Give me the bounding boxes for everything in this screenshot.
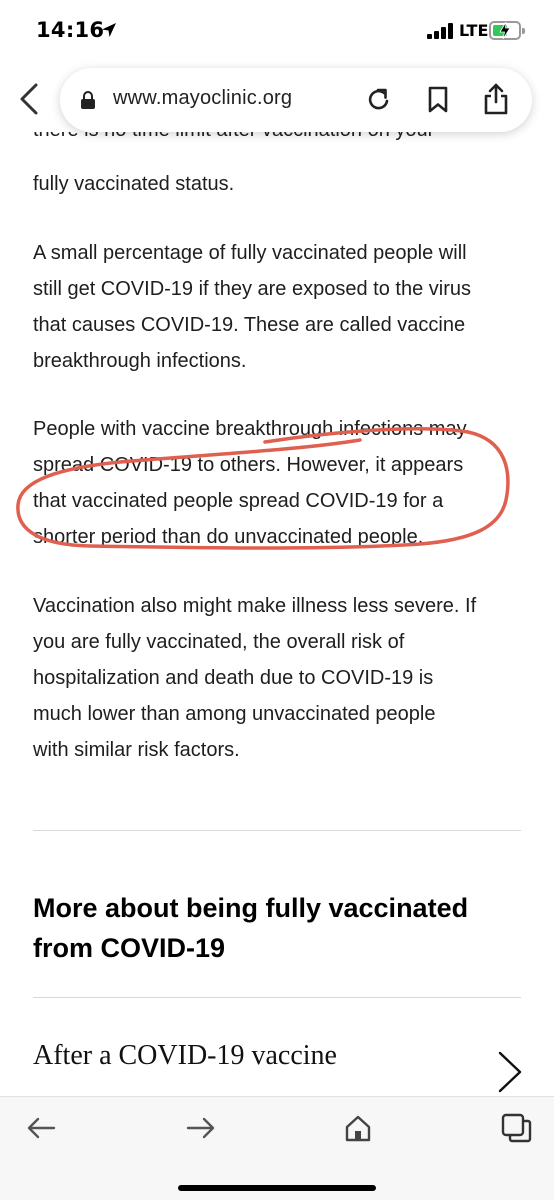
bookmark-icon[interactable] [427,86,449,114]
cellular-signal-icon [427,23,455,39]
chevron-right-icon[interactable] [496,1050,524,1094]
paragraph: Vaccination also might make illness less… [33,588,533,768]
text-line: Vaccination also might make illness less… [33,595,477,617]
paragraph-highlighted: People with vaccine breakthrough infecti… [33,411,533,555]
text-line: hospitalization and death due to COVID-1… [33,667,434,689]
status-time: 14:16 [36,18,105,42]
share-icon[interactable] [483,83,509,115]
text-line: A small percentage of fully vaccinated p… [33,242,467,264]
charging-bolt-icon [499,22,511,39]
text-line: that causes COVID-19. These are called v… [33,314,466,336]
back-arrow-icon[interactable] [24,1113,60,1143]
text-line: still get COVID-19 if they are exposed t… [33,278,471,300]
url-text[interactable]: www.mayoclinic.org [113,87,292,110]
address-bar[interactable]: www.mayoclinic.org [60,68,532,132]
location-arrow-icon [102,23,116,37]
related-link-after-vaccine[interactable]: After a COVID-19 vaccine [0,1030,554,1094]
clipped-line: there is no time limit after vaccination… [33,132,434,148]
browser-toolbar [0,1096,554,1200]
clipped-text-area: there is no time limit after vaccination… [0,132,554,166]
home-icon[interactable] [340,1113,376,1143]
text-line: you are fully vaccinated, the overall ri… [33,631,405,653]
battery-icon [489,21,525,40]
back-chevron-icon[interactable] [16,82,44,116]
section-divider [33,830,521,831]
lock-icon [81,91,95,109]
text-line: spread COVID-19 to others. However, it a… [33,454,464,476]
status-bar: 14:16 LTE [0,0,554,62]
text-line: that vaccinated people spread COVID-19 f… [33,490,444,512]
paragraph: A small percentage of fully vaccinated p… [33,235,533,379]
text-line: breakthrough infections. [33,350,247,372]
section-divider [33,997,521,998]
text-line: shorter period than do unvaccinated peop… [33,526,424,548]
text-line: fully vaccinated status. [33,173,235,195]
network-type: LTE [459,21,489,40]
text-line: People with vaccine breakthrough infecti… [33,418,467,440]
reload-icon[interactable] [366,86,392,114]
paragraph: fully vaccinated status. [33,166,533,202]
tabs-icon[interactable] [500,1113,536,1143]
related-link-label[interactable]: After a COVID-19 vaccine [33,1040,337,1072]
forward-arrow-icon[interactable] [182,1113,218,1143]
text-line: with similar risk factors. [33,739,240,761]
home-indicator[interactable] [178,1185,376,1191]
related-section-heading: More about being fully vaccinated from C… [33,893,469,963]
text-line: much lower than among unvaccinated peopl… [33,703,436,725]
